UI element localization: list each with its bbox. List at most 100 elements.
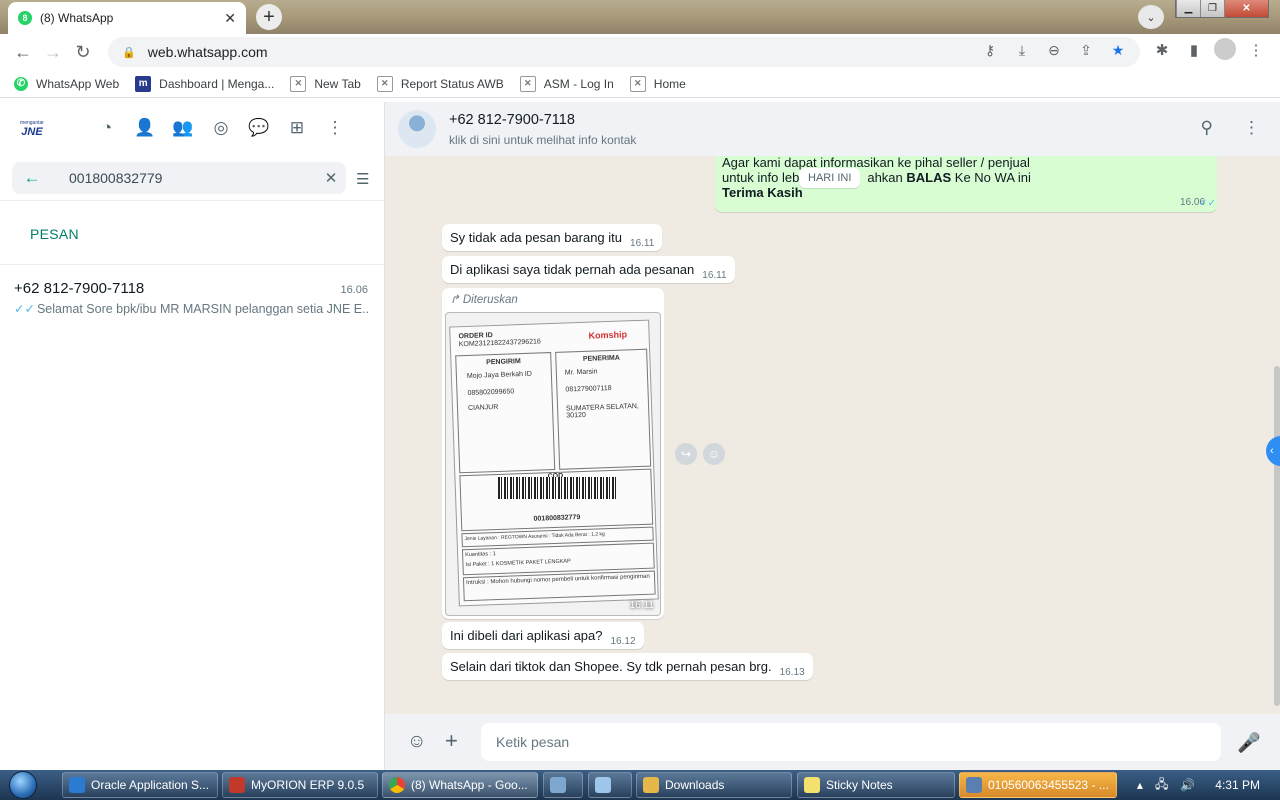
extensions-icon[interactable]: ✱ — [1150, 38, 1174, 62]
communities-icon[interactable]: 👥 — [172, 116, 194, 140]
message-incoming[interactable]: Di aplikasi saya tidak pernah ada pesana… — [442, 256, 735, 283]
message-input[interactable]: Ketik pesan — [481, 723, 1221, 761]
search-input[interactable]: 001800832779 — [69, 170, 316, 186]
bookmark-item[interactable]: ✕ ASM - Log In — [519, 75, 614, 92]
double-check-icon: ✓✓ — [14, 302, 35, 316]
chat-pane: +62 812-7900-7118 klik di sini untuk mel… — [385, 102, 1280, 770]
sidebar: mengantar JNE ◔ 👤 👥 ◎ 💬 ⊞ ⋮ ← 0018008327… — [0, 102, 385, 770]
minimize-button[interactable]: ▁ — [1176, 0, 1200, 17]
generic-page-icon: ✕ — [629, 75, 646, 92]
browser-menu-icon[interactable]: ⋮ — [1244, 38, 1268, 62]
bookmark-item[interactable]: m Dashboard | Menga... — [135, 75, 274, 92]
bookmark-item[interactable]: ✕ Report Status AWB — [376, 75, 504, 92]
whatsapp-favicon-icon: 8 — [18, 11, 32, 25]
share-icon[interactable]: ⇪ — [1076, 42, 1096, 59]
message-incoming[interactable]: Selain dari tiktok dan Shopee. Sy tdk pe… — [442, 653, 813, 680]
network-icon[interactable]: 🖧 — [1155, 775, 1168, 796]
sticky-notes-icon — [804, 777, 820, 793]
taskbar-item[interactable]: 010560063455523 - ... — [959, 772, 1117, 798]
bookmark-item[interactable]: ✆ WhatsApp Web — [14, 76, 119, 91]
zoom-icon[interactable]: ⊖ — [1044, 42, 1064, 59]
search-result-item[interactable]: +62 812-7900-7118 16.06 ✓✓ Selamat Sore b… — [0, 272, 384, 324]
clear-search-icon[interactable]: ✕ — [316, 169, 346, 187]
search-back-arrow-icon[interactable]: ← — [12, 168, 52, 188]
install-icon[interactable]: ⤓ — [1012, 42, 1032, 59]
computer-icon — [550, 777, 566, 793]
search-bar[interactable]: ← 001800832779 ✕ — [12, 162, 346, 194]
result-name: +62 812-7900-7118 — [14, 280, 145, 297]
taskbar-item[interactable] — [543, 772, 583, 798]
browser-tabstrip: 8 (8) WhatsApp ✕ + ⌄ ▁ ❐ ✕ — [0, 0, 1280, 34]
chat-header[interactable]: +62 812-7900-7118 klik di sini untuk mel… — [385, 102, 1280, 156]
tab-title: (8) WhatsApp — [40, 11, 114, 25]
barcode — [498, 477, 616, 499]
chat-scrollbar[interactable] — [1274, 366, 1280, 706]
taskbar-item[interactable]: (8) WhatsApp - Goo... — [382, 772, 538, 798]
chat-icon[interactable]: 💬 — [248, 116, 270, 140]
bookmark-item[interactable]: ✕ Home — [629, 75, 686, 92]
tab-close-icon[interactable]: ✕ — [224, 10, 236, 27]
generic-page-icon: ✕ — [376, 75, 393, 92]
window-close-button[interactable]: ✕ — [1224, 0, 1268, 17]
message-incoming-photo[interactable]: ↱ Diteruskan ORDER ID KOM231218224372962… — [442, 288, 664, 619]
message-outgoing[interactable]: Agar kami dapat informasikan ke pihal se… — [715, 156, 1217, 212]
date-divider: HARI INI — [799, 168, 861, 188]
forward-icon[interactable]: ↪ — [675, 443, 697, 465]
whatsapp-icon: ✆ — [14, 76, 28, 91]
jne-logo[interactable]: mengantar JNE — [16, 113, 48, 145]
message-list: Agar kami dapat informasikan ke pihal se… — [385, 156, 1280, 716]
key-icon[interactable]: ⚷ — [980, 42, 1000, 59]
emoji-icon[interactable]: ☺ — [407, 731, 426, 753]
add-contact-icon[interactable]: 👤 — [134, 116, 156, 140]
url-text: web.whatsapp.com — [147, 44, 268, 60]
taskbar-item[interactable]: Oracle Application S... — [62, 772, 218, 798]
contact-subtitle: klik di sini untuk melihat info kontak — [449, 133, 637, 147]
notepad-icon — [595, 777, 611, 793]
shipping-label-photo[interactable]: ORDER ID KOM23121822437296216 Komship PE… — [445, 312, 661, 616]
message-incoming[interactable]: Sy tidak ada pesan barang itu 16.11 — [442, 224, 663, 251]
taskbar-item[interactable]: Downloads — [636, 772, 792, 798]
lock-icon[interactable]: 🔒 — [122, 46, 136, 59]
bookmark-star-icon[interactable]: ★ — [1108, 42, 1128, 59]
myorion-icon — [229, 777, 245, 793]
side-panel-icon[interactable]: ▮ — [1182, 38, 1206, 62]
status-icon[interactable]: ◔ — [96, 116, 118, 140]
address-bar[interactable]: 🔒 web.whatsapp.com ⚷ ⤓ ⊖ ⇪ ★ — [108, 37, 1140, 67]
show-hidden-icons-icon[interactable]: ▴ — [1137, 778, 1143, 792]
filter-icon[interactable]: ☰ — [356, 170, 369, 188]
chrome-icon — [389, 777, 405, 793]
bookmark-item[interactable]: ✕ New Tab — [290, 75, 361, 92]
maximize-button[interactable]: ❐ — [1200, 0, 1224, 17]
menu-icon[interactable]: ⋮ — [324, 116, 346, 140]
folder-icon — [643, 777, 659, 793]
oracle-app-icon — [69, 777, 85, 793]
back-arrow-icon[interactable]: ← — [8, 42, 38, 63]
channels-icon[interactable]: ◎ — [210, 116, 232, 140]
chat-menu-icon[interactable]: ⋮ — [1243, 118, 1260, 138]
taskbar-item[interactable] — [588, 772, 632, 798]
contact-avatar[interactable] — [398, 110, 436, 148]
tab-search-chevron-icon[interactable]: ⌄ — [1138, 5, 1164, 29]
microphone-icon[interactable]: 🎤 — [1237, 731, 1261, 755]
attach-plus-icon[interactable]: + — [445, 728, 458, 754]
profile-avatar-icon[interactable] — [1214, 38, 1236, 60]
start-button[interactable] — [0, 770, 46, 800]
new-chat-icon[interactable]: ⊞ — [286, 116, 308, 140]
forward-arrow-icon[interactable]: → — [38, 42, 68, 63]
volume-icon[interactable]: 🔊 — [1180, 778, 1195, 792]
reload-icon[interactable]: ↻ — [68, 42, 98, 63]
browser-tab-whatsapp[interactable]: 8 (8) WhatsApp ✕ — [8, 2, 246, 34]
window-controls: ▁ ❐ ✕ — [1175, 0, 1269, 18]
new-tab-button[interactable]: + — [256, 4, 282, 30]
forwarded-label: ↱ Diteruskan — [450, 294, 518, 306]
photo-time: 16.11 — [629, 600, 654, 611]
reaction-emoji-icon[interactable]: ☺ — [703, 443, 725, 465]
clock[interactable]: 4:31 PM — [1215, 778, 1260, 792]
double-check-icon: ✓✓ — [1199, 198, 1216, 209]
taskbar-item[interactable]: MyORION ERP 9.0.5 — [222, 772, 378, 798]
contact-name: +62 812-7900-7118 — [449, 112, 575, 128]
search-icon[interactable]: ⚲ — [1201, 118, 1213, 138]
divider — [0, 264, 384, 265]
taskbar-item[interactable]: Sticky Notes — [797, 772, 955, 798]
message-incoming[interactable]: Ini dibeli dari aplikasi apa? 16.12 — [442, 622, 644, 649]
